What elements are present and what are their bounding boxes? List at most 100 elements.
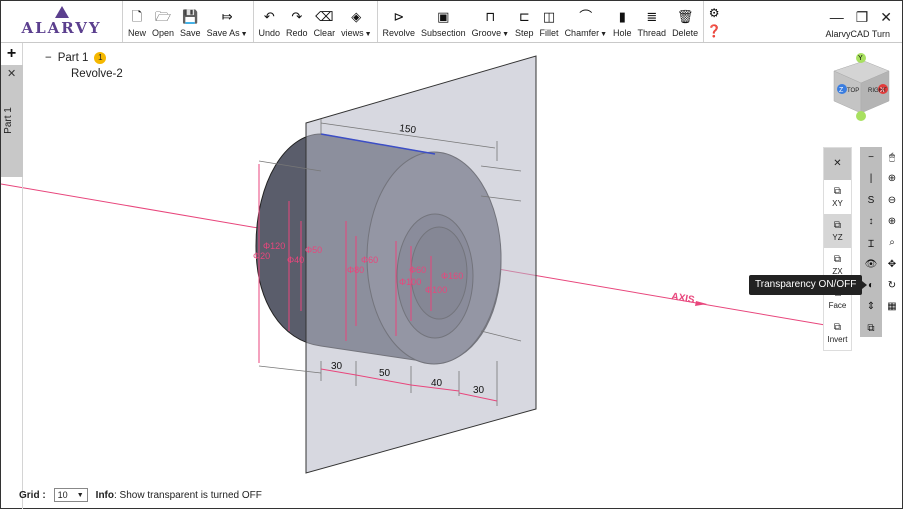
viewcube-z: Z (839, 87, 844, 94)
save-label: Save (180, 28, 201, 38)
caret-down-icon: ▼ (240, 31, 248, 38)
file-group: 🗋 New 🗁 Open 💾 Save ⤇ Save As▼ (123, 1, 254, 42)
plane-invert-button[interactable]: ⧉ Invert (824, 316, 851, 350)
rotate-icon[interactable]: ↻ (882, 275, 902, 296)
delete-button[interactable]: 🗑 Delete (669, 1, 701, 42)
plane-icon: ⧉ (833, 254, 842, 265)
tree-part-label: Part 1 (57, 52, 89, 64)
collapse-icon[interactable]: − (45, 52, 52, 64)
clear-label: Clear (313, 28, 336, 38)
open-label: Open (152, 28, 175, 38)
caret-down-icon: ▼ (502, 31, 510, 38)
caret-down-icon: ▼ (600, 31, 608, 38)
groove-label: Groove (471, 28, 502, 38)
groove-button[interactable]: ⊓ Groove▼ (469, 1, 512, 42)
open-button[interactable]: 🗁 Open (149, 1, 177, 42)
side-tab-bar: + ✕ Part 1 (1, 43, 23, 509)
plane-icon: ⧉ (833, 322, 842, 333)
new-file-icon: 🗋 (131, 10, 143, 25)
grid-select[interactable]: 10 ▼ (53, 488, 88, 502)
logo-text: ALARVY (21, 19, 102, 37)
step-button[interactable]: ⊏ Step (512, 1, 537, 42)
zoom-out-icon[interactable]: ⊖ (882, 190, 902, 211)
restore-button[interactable]: ❐ (856, 9, 869, 26)
chevron-down-icon: ▼ (76, 491, 84, 499)
thread-label: Thread (637, 28, 667, 38)
revolve-icon: ⊳ (393, 10, 405, 25)
gear-icon[interactable]: ⚙ (709, 6, 720, 20)
status-bar: Grid : 10 ▼ Info: Show transparent is tu… (19, 488, 262, 502)
save-as-icon: ⤇ (221, 10, 233, 25)
close-plane-panel-button[interactable]: ✕ (824, 148, 851, 180)
plane-icon: ⧉ (833, 220, 842, 231)
redo-button[interactable]: ↷ Redo (283, 1, 311, 42)
help-icon[interactable]: ❓ (707, 24, 722, 38)
plane-face-label: Face (828, 301, 847, 310)
view-cube[interactable]: Y Z X TOP RIGHT (833, 53, 890, 121)
tree-feature-item[interactable]: Revolve-2 (71, 68, 123, 80)
chamfer-icon: ⌒ (579, 10, 593, 25)
transparency-tooltip: Transparency ON/OFF (749, 275, 868, 295)
add-tab-button[interactable]: + (1, 43, 22, 65)
grid-value: 10 (57, 490, 68, 500)
fillet-button[interactable]: ◫ Fillet (537, 1, 562, 42)
undo-label: Undo (258, 28, 281, 38)
step-label: Step (515, 28, 534, 38)
chamfer-button[interactable]: ⌒ Chamfer▼ (562, 1, 610, 42)
logo-mark-icon (54, 6, 69, 18)
new-button[interactable]: 🗋 New (125, 1, 149, 42)
part-tab[interactable]: ✕ Part 1 (1, 65, 23, 177)
axis-label: AXIS (670, 291, 695, 306)
revolve-button[interactable]: ⊳ Revolve (380, 1, 419, 42)
save-button[interactable]: 💾 Save (177, 1, 204, 42)
expand-icon[interactable]: ⇕ (860, 296, 882, 317)
close-tab-icon[interactable]: ✕ (7, 67, 16, 80)
plane-yz-button[interactable]: ⧉ YZ (824, 214, 851, 248)
close-button[interactable]: ✕ (880, 9, 892, 26)
close-icon: ✕ (833, 157, 842, 169)
plane-xy-button[interactable]: ⧉ XY (824, 180, 851, 214)
dim-diameter-6: Φ80 (347, 265, 364, 275)
pan-icon[interactable]: ✥ (882, 253, 902, 274)
save-as-button[interactable]: ⤇ Save As▼ (204, 1, 251, 42)
layers-icon[interactable]: ⧉ (860, 317, 882, 338)
hole-button[interactable]: ▮ Hole (610, 1, 635, 42)
dim-diameter-9: Φ100 (425, 285, 447, 295)
thread-icon: ≣ (646, 10, 658, 25)
thread-button[interactable]: ≣ Thread (635, 1, 670, 42)
vline-tool-icon[interactable]: | (860, 168, 882, 189)
subsection-label: Subsection (421, 28, 466, 38)
views-button[interactable]: ◈ views▼ (338, 1, 374, 42)
plane-icon: ⧉ (833, 186, 842, 197)
viewcube-face-right: RIGHT (868, 88, 887, 94)
grid-icon[interactable]: ▦ (882, 296, 902, 317)
tree-part-row[interactable]: − Part 1 1 (45, 52, 123, 64)
step-icon: ⊏ (518, 10, 530, 25)
edit-group: ↶ Undo ↷ Redo ⌫ Clear ◈ views▼ (254, 1, 378, 42)
dim-diameter-7: Φ100 (399, 277, 421, 287)
dim-50: 50 (379, 368, 391, 379)
viewport-canvas[interactable]: AXIS Φ120 Φ20 Φ40 Φ50 Φ60 Φ80 Φ100 Φ60 Φ… (1, 43, 902, 477)
dim-diameter-3: Φ40 (287, 255, 304, 265)
minimize-button[interactable]: — (830, 9, 844, 26)
undo-button[interactable]: ↶ Undo (256, 1, 284, 42)
spline-tool-icon[interactable]: S (860, 190, 882, 211)
clear-button[interactable]: ⌫ Clear (311, 1, 339, 42)
beam-tool-icon[interactable]: Ɪ (860, 232, 882, 253)
info-message: Info: Show transparent is turned OFF (96, 490, 262, 501)
zoom-window-icon[interactable]: ⌕ (882, 232, 902, 253)
tool-column-1: − | S ↕ Ɪ 👁 ◐ ⇕ ⧉ (860, 147, 882, 337)
zoom-fit-icon[interactable]: ⊕ (882, 211, 902, 232)
dim-30-a: 30 (331, 361, 343, 372)
views-label: views (341, 28, 364, 38)
zoom-in-icon[interactable]: ⊕ (882, 168, 902, 189)
eye-icon[interactable]: 👁 (860, 253, 882, 274)
line-tool-icon[interactable]: − (860, 147, 882, 168)
part-count-badge: 1 (94, 52, 107, 64)
dim-diameter-8: Φ60 (409, 265, 426, 275)
top-toolbar: ALARVY 🗋 New 🗁 Open 💾 Save ⤇ Save As▼ ↶ Undo ↷ Red… (1, 1, 902, 43)
redo-icon: ↷ (291, 10, 303, 25)
mouse-icon[interactable]: 🖱 (882, 147, 902, 168)
subsection-button[interactable]: ▣ Subsection (418, 1, 469, 42)
dimension-tool-icon[interactable]: ↕ (860, 211, 882, 232)
